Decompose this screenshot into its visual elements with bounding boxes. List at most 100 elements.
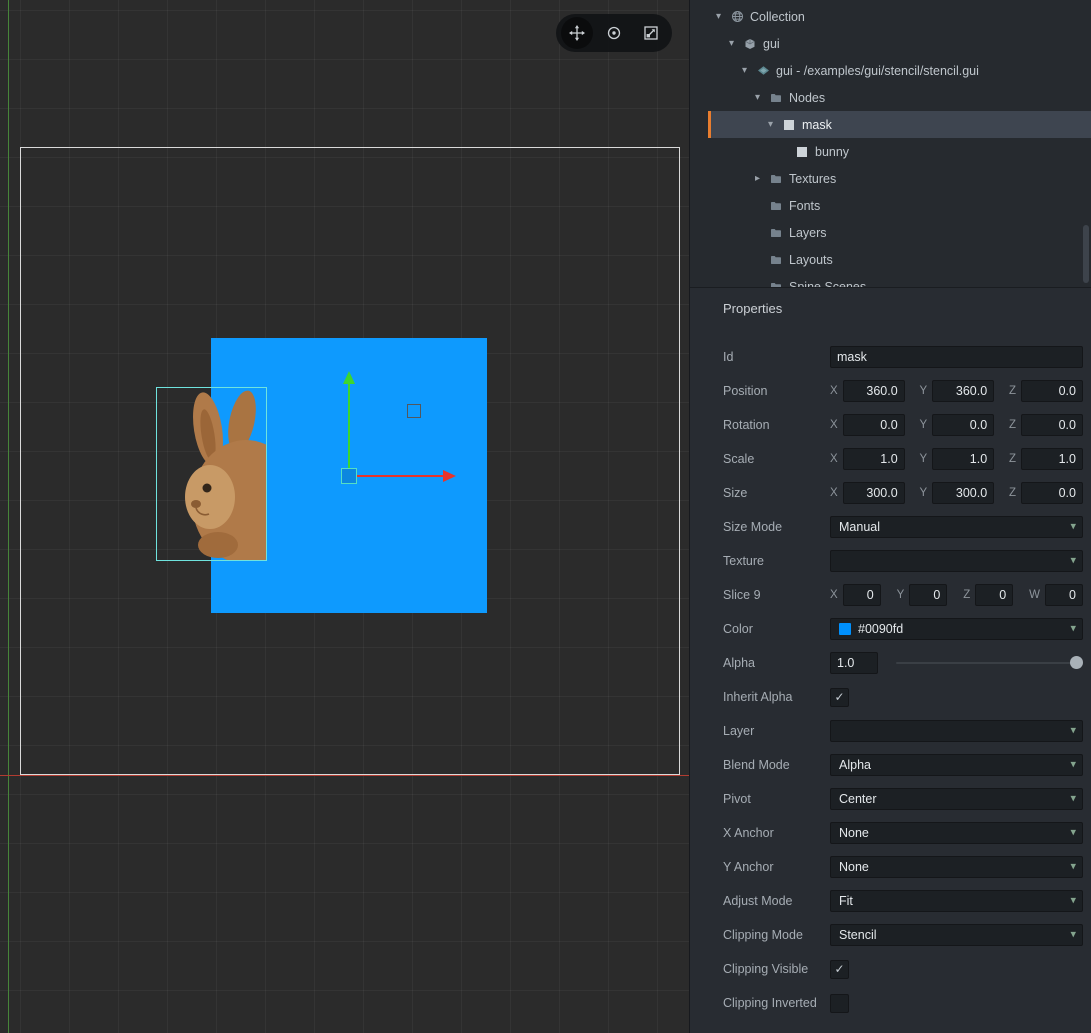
rotation-z-input[interactable]	[1021, 414, 1083, 436]
inherit-alpha-checkbox[interactable]: ✓	[830, 687, 849, 707]
clipping-mode-field: Stencil ▾	[830, 924, 1083, 946]
id-field	[830, 346, 1083, 368]
scale-z-input[interactable]	[1021, 448, 1083, 470]
rotate-tool-icon	[605, 24, 623, 42]
axis-label-y: Y	[896, 589, 905, 601]
outline-item-label: mask	[802, 117, 832, 132]
slice9-y-input[interactable]	[909, 584, 948, 606]
outline-item-collection[interactable]: ▾ Collection	[708, 3, 1091, 30]
gizmo-x-axis-arrow[interactable]	[357, 475, 443, 477]
pivot-dropdown[interactable]: Center ▾	[830, 788, 1083, 810]
clipping-inverted-checkbox[interactable]	[830, 993, 849, 1013]
property-row-alpha: Alpha	[690, 646, 1091, 680]
position-z-input[interactable]	[1021, 380, 1083, 402]
slice9-z-input[interactable]	[975, 584, 1014, 606]
expand-arrow-icon[interactable]: ▾	[716, 11, 731, 22]
expand-arrow-icon[interactable]: ▾	[768, 119, 783, 130]
position-x-input[interactable]	[842, 380, 905, 402]
chevron-down-icon: ▾	[1070, 554, 1076, 567]
size-mode-dropdown[interactable]: Manual ▾	[830, 516, 1083, 538]
rotation-y-input[interactable]	[932, 414, 995, 436]
axis-label-z: Z	[963, 589, 971, 601]
expand-arrow-icon[interactable]: ▾	[742, 65, 757, 76]
property-row-size: Size X Y Z	[690, 476, 1091, 510]
rotation-field: X Y Z	[830, 414, 1083, 436]
alpha-input[interactable]	[830, 652, 878, 674]
scale-tool-button[interactable]	[635, 17, 667, 49]
outline-item-layers[interactable]: Layers	[708, 219, 1091, 246]
rotation-x-input[interactable]	[842, 414, 905, 436]
expand-arrow-icon[interactable]: ▾	[729, 38, 744, 49]
folder-icon	[770, 254, 784, 266]
gizmo-y-axis-arrow[interactable]	[348, 384, 350, 468]
outline-scrollbar[interactable]	[1083, 225, 1089, 283]
color-swatch	[839, 623, 851, 635]
texture-field: ▾	[830, 550, 1083, 572]
property-label-inherit-alpha: Inherit Alpha	[723, 690, 793, 704]
property-row-position: Position X Y Z	[690, 374, 1091, 408]
outline-item-layouts[interactable]: Layouts	[708, 246, 1091, 273]
adjust-mode-dropdown[interactable]: Fit ▾	[830, 890, 1083, 912]
chevron-down-icon: ▾	[1070, 860, 1076, 873]
outline-item-label: Textures	[789, 171, 837, 186]
size-x-input[interactable]	[842, 482, 905, 504]
expand-arrow-icon[interactable]: ▾	[755, 92, 770, 103]
y-axis-line	[8, 0, 9, 1033]
x-anchor-dropdown[interactable]: None ▾	[830, 822, 1083, 844]
bunny-selection-outline	[156, 387, 267, 561]
outline-item-gui[interactable]: ▾ gui	[708, 30, 1091, 57]
position-y-input[interactable]	[932, 380, 995, 402]
outline-item-textures[interactable]: ▸ Textures	[708, 165, 1091, 192]
slice9-x-input[interactable]	[842, 584, 881, 606]
property-label-position: Position	[723, 384, 768, 398]
blend-mode-value: Alpha	[839, 758, 871, 772]
size-z-input[interactable]	[1021, 482, 1083, 504]
outline-item-mask[interactable]: ▾ mask	[708, 111, 1091, 138]
gizmo-x-axis-arrowhead-icon[interactable]	[443, 470, 456, 482]
outline-item-gui-examples-gui-stencil-stencil-gui[interactable]: ▾ gui - /examples/gui/stencil/stencil.gui	[708, 57, 1091, 84]
clipping-mode-dropdown[interactable]: Stencil ▾	[830, 924, 1083, 946]
texture-dropdown[interactable]: ▾	[830, 550, 1083, 572]
gizmo-plane-handle[interactable]	[407, 404, 421, 418]
outline-item-label: Spine Scenes	[789, 279, 867, 288]
property-row-texture: Texture ▾	[690, 544, 1091, 578]
outline-item-fonts[interactable]: Fonts	[708, 192, 1091, 219]
rotate-tool-button[interactable]	[598, 17, 630, 49]
color-field: #0090fd ▾	[830, 618, 1083, 640]
property-row-blend-mode: Blend Mode Alpha ▾	[690, 748, 1091, 782]
scale-x-input[interactable]	[842, 448, 905, 470]
move-tool-button[interactable]	[560, 17, 593, 49]
y-anchor-dropdown[interactable]: None ▾	[830, 856, 1083, 878]
box-node-icon	[783, 119, 797, 131]
property-row-pivot: Pivot Center ▾	[690, 782, 1091, 816]
gizmo-center-handle[interactable]	[341, 468, 357, 484]
blend-mode-dropdown[interactable]: Alpha ▾	[830, 754, 1083, 776]
size-y-input[interactable]	[932, 482, 995, 504]
expand-arrow-icon[interactable]: ▸	[755, 173, 770, 184]
outline-item-bunny[interactable]: bunny	[708, 138, 1091, 165]
x-anchor-field: None ▾	[830, 822, 1083, 844]
position-z-group: Z	[1009, 380, 1083, 402]
right-panel: ▾ Collection ▾ gui ▾ gui - /examples/gui/sten…	[689, 0, 1091, 1033]
chevron-down-icon: ▾	[1070, 520, 1076, 533]
chevron-down-icon: ▾	[1070, 826, 1076, 839]
outline-item-label: bunny	[815, 144, 850, 159]
alpha-slider[interactable]	[896, 652, 1083, 674]
properties-panel: Properties Id Position X Y Z	[690, 287, 1091, 1033]
slice9-w-input[interactable]	[1045, 584, 1083, 606]
alpha-slider-track	[896, 662, 1083, 664]
scale-z-group: Z	[1009, 448, 1083, 470]
id-input[interactable]	[830, 346, 1083, 368]
property-row-scale: Scale X Y Z	[690, 442, 1091, 476]
position-field: X Y Z	[830, 380, 1083, 402]
scene-viewport[interactable]	[0, 0, 689, 1033]
chevron-down-icon: ▾	[1070, 758, 1076, 771]
outline-item-nodes[interactable]: ▾ Nodes	[708, 84, 1091, 111]
outline-item-spine-scenes[interactable]: Spine Scenes	[708, 273, 1091, 287]
clipping-visible-checkbox[interactable]: ✓	[830, 959, 849, 979]
color-dropdown[interactable]: #0090fd ▾	[830, 618, 1083, 640]
alpha-slider-handle[interactable]	[1070, 656, 1083, 669]
gizmo-y-axis-arrowhead-icon[interactable]	[343, 371, 355, 384]
scale-y-input[interactable]	[932, 448, 995, 470]
layer-dropdown[interactable]: ▾	[830, 720, 1083, 742]
